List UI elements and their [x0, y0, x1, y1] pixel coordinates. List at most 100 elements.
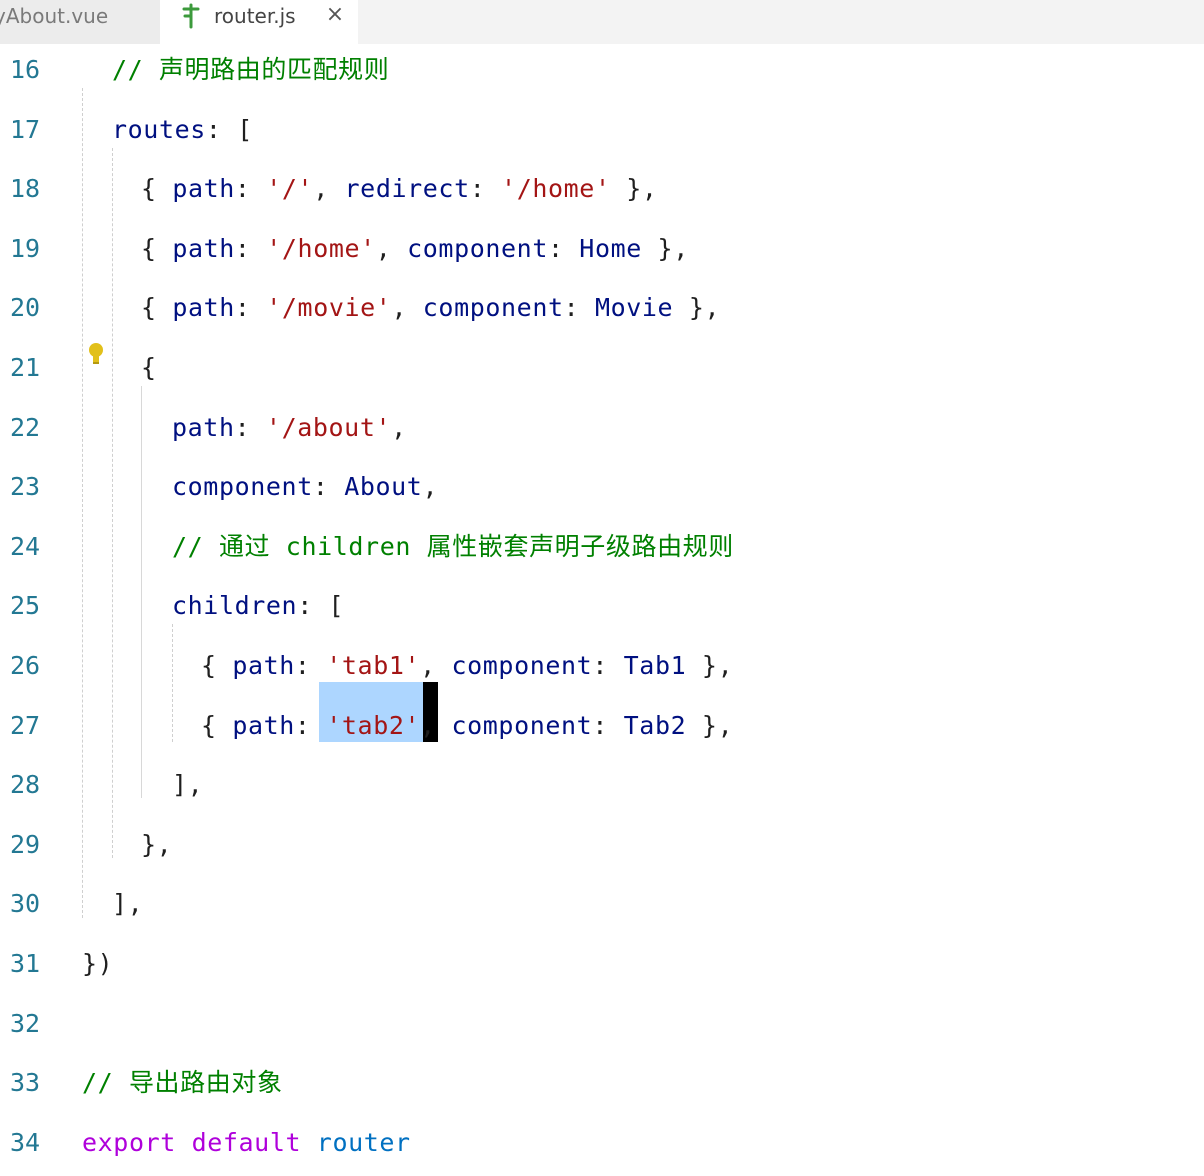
tab-router-js[interactable]: router.js × [160, 0, 358, 44]
code-line[interactable]: 20 { path: '/movie', component: Movie }, [0, 278, 1204, 338]
code-punctuation: , [391, 412, 407, 442]
editor-tab-bar: yAbout.vue router.js × [0, 0, 1204, 44]
code-punctuation: : [547, 233, 580, 263]
code-property: children [172, 591, 298, 621]
code-line[interactable]: 34 export default router [0, 1113, 1204, 1173]
code-text: // 导出路由对象 [82, 1053, 283, 1113]
code-keyword: default [191, 1127, 302, 1157]
code-text: }) [82, 934, 113, 994]
tab-myabout-vue[interactable]: yAbout.vue [0, 0, 160, 44]
code-text: }, [141, 815, 172, 875]
code-punctuation: }) [82, 949, 114, 978]
code-property: component [422, 293, 564, 323]
code-punctuation: }, [686, 651, 734, 680]
close-icon[interactable]: × [322, 2, 348, 28]
code-punctuation: : [592, 710, 624, 740]
code-editor[interactable]: 16// 声明路由的匹配规则 17 routes: [18{ path: '/', … [0, 44, 1204, 1176]
code-text: ], [112, 874, 143, 934]
code-text: { path: 'tab2', component: Tab2 }, [201, 696, 733, 756]
code-property: path [232, 710, 295, 740]
code-line[interactable]: 25 children: [ [0, 576, 1204, 636]
code-punctuation: ], [112, 889, 144, 919]
code-line[interactable]: 23 component: About, [0, 457, 1204, 517]
code-property: path [172, 412, 235, 442]
tab-label: router.js [214, 4, 296, 28]
code-line[interactable]: 31}) [0, 934, 1204, 994]
code-line[interactable]: 21 { [0, 338, 1204, 398]
code-punctuation: }, [641, 233, 689, 263]
code-punctuation: : [294, 651, 327, 680]
code-line[interactable]: 30], [0, 874, 1204, 934]
code-property: component [451, 710, 593, 740]
code-property: path [172, 293, 235, 323]
code-property: component [451, 651, 593, 680]
code-line[interactable]: 32 [0, 994, 1204, 1054]
code-comment: // 声明路由的匹配规则 [112, 55, 390, 84]
code-text: { path: '/', redirect: '/home' }, [141, 159, 658, 219]
code-text: ], [172, 755, 203, 815]
code-punctuation: }, [686, 710, 734, 740]
code-punctuation: { [201, 710, 233, 740]
line-number: 28 [10, 770, 41, 800]
code-property: path [232, 651, 295, 680]
code-line[interactable]: 22 path: '/about', [0, 398, 1204, 458]
code-property: routes [112, 114, 206, 144]
line-number: 30 [10, 889, 41, 919]
code-line[interactable]: 16 // 声明路由的匹配规则 [0, 40, 1204, 100]
code-punctuation: : [563, 293, 595, 323]
code-string: '/home' [501, 174, 611, 204]
route-file-icon [182, 3, 200, 29]
code-punctuation: : [469, 174, 502, 204]
code-punctuation: : [234, 233, 267, 263]
code-text: { path: '/movie', component: Movie }, [141, 278, 720, 338]
code-punctuation: : [234, 412, 266, 442]
code-punctuation: : [234, 174, 267, 204]
line-number: 20 [10, 293, 41, 323]
code-line[interactable]: 17 routes: [ [0, 100, 1204, 160]
code-punctuation: , [375, 233, 408, 263]
line-number: 19 [10, 233, 41, 263]
code-punctuation [176, 1128, 192, 1157]
code-punctuation: }, [673, 293, 721, 323]
code-punctuation: , [313, 174, 345, 204]
code-line[interactable]: 33 // 导出路由对象 [0, 1053, 1204, 1113]
code-property: path [172, 174, 235, 204]
code-property: path [172, 233, 235, 263]
code-string: 'tab1' [326, 651, 421, 680]
code-punctuation: }, [610, 174, 658, 204]
code-punctuation: : [294, 710, 327, 740]
code-punctuation: : [234, 293, 267, 323]
line-number: 18 [10, 174, 41, 204]
code-string: '/home' [266, 233, 376, 263]
code-string: '/about' [265, 412, 392, 442]
tab-label: yAbout.vue [0, 4, 109, 28]
code-punctuation: { [141, 353, 157, 382]
code-text: export default router [82, 1113, 411, 1173]
code-punctuation: { [201, 651, 233, 680]
line-number: 32 [10, 1008, 41, 1038]
line-number: 22 [10, 412, 41, 442]
code-line[interactable]: 24 // 通过 children 属性嵌套声明子级路由规则 [0, 517, 1204, 577]
code-string: 'tab2' [326, 710, 421, 740]
code-line[interactable]: 29}, [0, 815, 1204, 875]
code-line[interactable]: 19 { path: '/home', component: Home }, [0, 219, 1204, 279]
code-property: redirect [344, 174, 470, 204]
code-punctuation: , [420, 651, 452, 680]
code-identifier: Movie [594, 293, 674, 323]
code-punctuation: , [422, 472, 439, 502]
code-text: path: '/about', [172, 398, 407, 458]
code-punctuation [301, 1128, 317, 1157]
code-punctuation: : [ [297, 591, 345, 621]
code-line[interactable]: 18 { path: '/', redirect: '/home' }, [0, 159, 1204, 219]
code-text: { path: '/home', component: Home }, [141, 219, 689, 279]
line-number: 31 [10, 949, 41, 978]
code-line[interactable]: 26 { path: 'tab1', component: Tab1 }, [0, 636, 1204, 696]
code-identifier: Tab1 [623, 651, 687, 680]
code-line[interactable]: 28], [0, 755, 1204, 815]
code-comment: // 导出路由对象 [82, 1068, 283, 1098]
line-number: 17 [10, 114, 41, 144]
code-text: { [141, 338, 157, 398]
code-line[interactable]: 27 { path: 'tab2', component: Tab2 }, [0, 696, 1204, 756]
code-property: component [172, 472, 313, 502]
code-editor-window: yAbout.vue router.js × 16 // 声明路由的匹配规则 17 r… [0, 0, 1204, 1176]
